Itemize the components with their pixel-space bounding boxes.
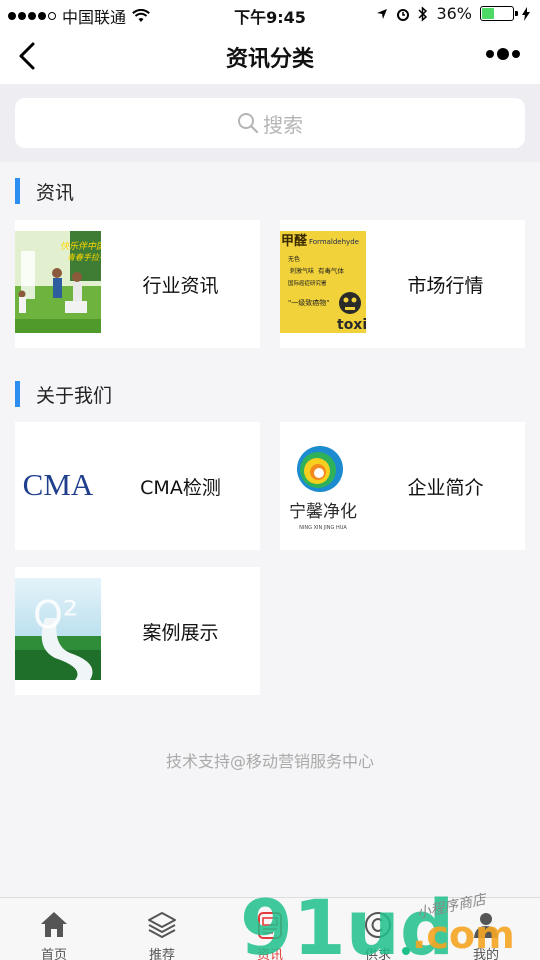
company-logo-name: 宁馨净化 bbox=[289, 502, 357, 522]
thumb-text-toxic-gas: 有毒气体 bbox=[318, 266, 345, 275]
card-label: 行业资讯 bbox=[142, 274, 219, 297]
thumb-text-iarc: 国际癌症研究署 bbox=[288, 279, 327, 287]
footer-credit: 技术支持@移动营销服务中心 bbox=[165, 752, 374, 771]
battery-fill bbox=[482, 8, 494, 19]
tab-label: 供求 bbox=[364, 948, 391, 960]
layers-icon bbox=[148, 912, 176, 938]
tab-mine[interactable]: 我的 bbox=[432, 898, 540, 960]
section-title-news: 资讯 bbox=[15, 177, 74, 205]
card-cma-testing[interactable]: CMA CMA检测 bbox=[15, 422, 260, 550]
nav-bar: 资讯分类 bbox=[0, 28, 540, 84]
status-right: 36% bbox=[376, 4, 530, 23]
charging-icon bbox=[522, 6, 530, 21]
case-showcase-thumbnail: O² bbox=[15, 578, 101, 680]
oxygen-text: O² bbox=[33, 593, 78, 637]
card-label: 企业简介 bbox=[407, 476, 484, 499]
card-label: CMA检测 bbox=[140, 476, 221, 499]
thumb-text-colorless: 无色 bbox=[288, 255, 300, 263]
supply-icon bbox=[365, 912, 391, 938]
search-placeholder: 搜索 bbox=[263, 112, 303, 137]
thumb-text-formaldehyde-en: Formaldehyde bbox=[309, 238, 359, 246]
cma-logo-text: CMA bbox=[23, 467, 94, 502]
page-title: 资讯分类 bbox=[225, 47, 314, 72]
bluetooth-icon bbox=[418, 5, 428, 22]
battery-percent: 36% bbox=[436, 4, 472, 23]
tab-supply-demand[interactable]: 供求 bbox=[324, 898, 432, 960]
thumb-text-carcinogen: "一级致癌物" bbox=[288, 298, 329, 307]
home-icon bbox=[41, 912, 67, 937]
card-industry-news[interactable]: 快乐伴中国, 青春手拉手 行业资讯 bbox=[15, 220, 260, 348]
card-market-quotes[interactable]: 甲醛 Formaldehyde 无色 刺激气味 有毒气体 国际癌症研究署 "一级… bbox=[280, 220, 525, 348]
card-label: 市场行情 bbox=[407, 274, 484, 297]
company-logo-pinyin: NING XIN JING HUA bbox=[299, 525, 347, 531]
section-title-text: 资讯 bbox=[36, 181, 75, 204]
battery-icon bbox=[480, 6, 518, 21]
thumb-text-irritating: 刺激气味 bbox=[290, 267, 314, 275]
status-bar: 中国联通 下午9:45 36% bbox=[0, 0, 540, 28]
tab-news[interactable]: 资讯 bbox=[216, 898, 324, 960]
tab-recommend[interactable]: 推荐 bbox=[108, 898, 216, 960]
tab-label: 推荐 bbox=[148, 948, 175, 960]
tab-label: 我的 bbox=[472, 948, 499, 960]
user-icon bbox=[474, 913, 498, 938]
tab-label: 首页 bbox=[40, 948, 67, 960]
industry-news-thumbnail: 快乐伴中国, 青春手拉手 bbox=[15, 231, 101, 333]
company-logo-thumbnail: 宁馨净化 NING XIN JING HUA bbox=[280, 433, 366, 535]
svg-text:青春手拉手: 青春手拉手 bbox=[67, 253, 101, 262]
tab-label: 资讯 bbox=[256, 948, 283, 960]
thumb-text-toxic: toxic bbox=[337, 317, 366, 333]
market-quotes-thumbnail: 甲醛 Formaldehyde 无色 刺激气味 有毒气体 国际癌症研究署 "一级… bbox=[280, 231, 366, 333]
more-menu-icon[interactable] bbox=[486, 48, 520, 60]
search-icon bbox=[238, 113, 259, 134]
section-accent-bar bbox=[15, 178, 20, 204]
card-company-profile[interactable]: 宁馨净化 NING XIN JING HUA 企业简介 bbox=[280, 422, 525, 550]
section-title-about-us: 关于我们 bbox=[15, 380, 112, 408]
news-icon bbox=[258, 912, 282, 939]
tab-home[interactable]: 首页 bbox=[0, 898, 108, 960]
card-case-showcase[interactable]: O² 案例展示 bbox=[15, 567, 260, 695]
section-title-text: 关于我们 bbox=[36, 384, 113, 407]
tab-bar: 首页 推荐 资讯 供求 我的 bbox=[0, 897, 540, 960]
card-label: 案例展示 bbox=[142, 621, 219, 644]
thumb-text-formaldehyde-cn: 甲醛 bbox=[281, 233, 308, 249]
svg-text:快乐伴中国,: 快乐伴中国, bbox=[60, 241, 101, 252]
search-input[interactable]: 搜索 bbox=[15, 98, 525, 148]
search-area: 搜索 bbox=[0, 84, 540, 162]
alarm-icon bbox=[397, 8, 410, 21]
location-icon bbox=[377, 8, 388, 19]
section-accent-bar bbox=[15, 381, 20, 407]
cma-thumbnail: CMA bbox=[15, 433, 101, 535]
